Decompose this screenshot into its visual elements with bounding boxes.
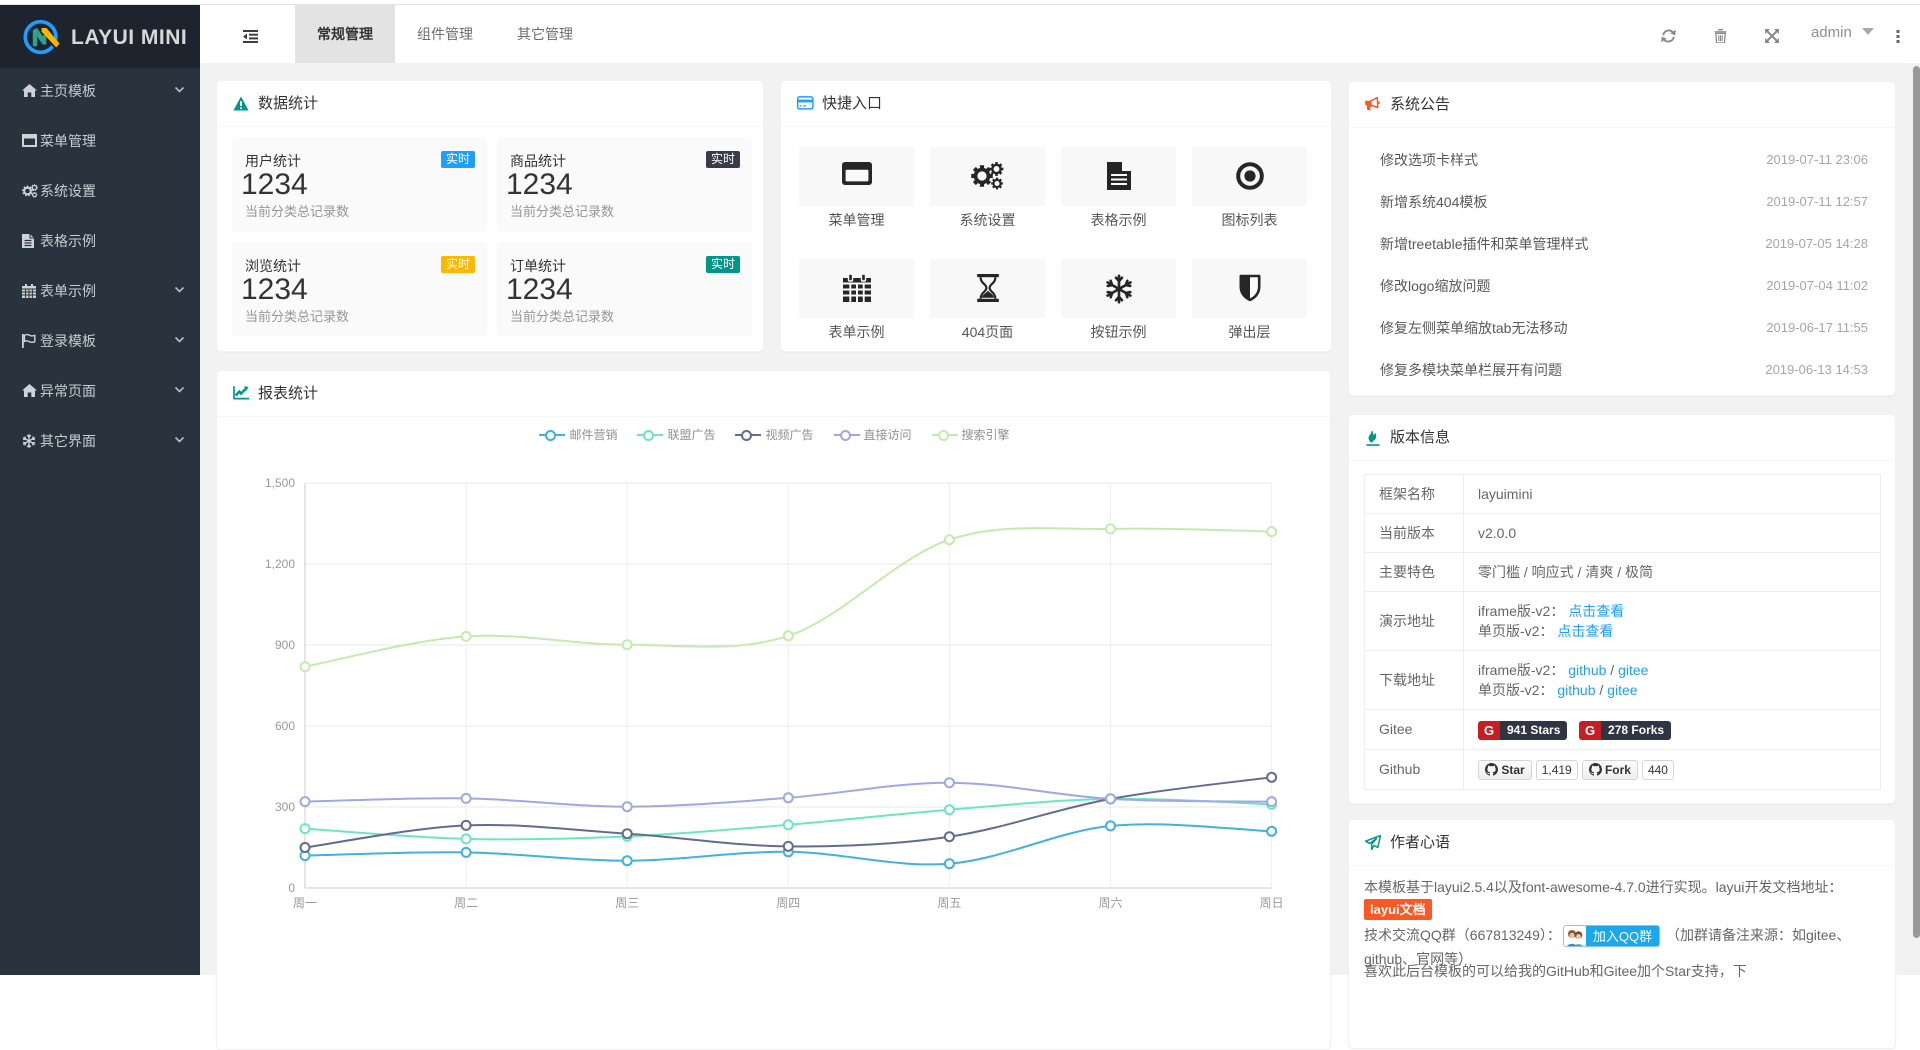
svg-text:周一: 周一 <box>293 896 317 910</box>
svg-text:600: 600 <box>275 719 295 733</box>
svg-text:周四: 周四 <box>776 896 800 910</box>
svg-text:300: 300 <box>275 800 295 814</box>
svg-text:0: 0 <box>288 881 295 895</box>
svg-text:1,200: 1,200 <box>265 557 295 571</box>
svg-text:1,500: 1,500 <box>265 476 295 490</box>
svg-text:周二: 周二 <box>454 896 478 910</box>
svg-text:周五: 周五 <box>937 896 961 910</box>
svg-text:周日: 周日 <box>1260 896 1284 910</box>
svg-text:周六: 周六 <box>1098 896 1122 910</box>
svg-text:900: 900 <box>275 638 295 652</box>
svg-text:周三: 周三 <box>615 896 639 910</box>
